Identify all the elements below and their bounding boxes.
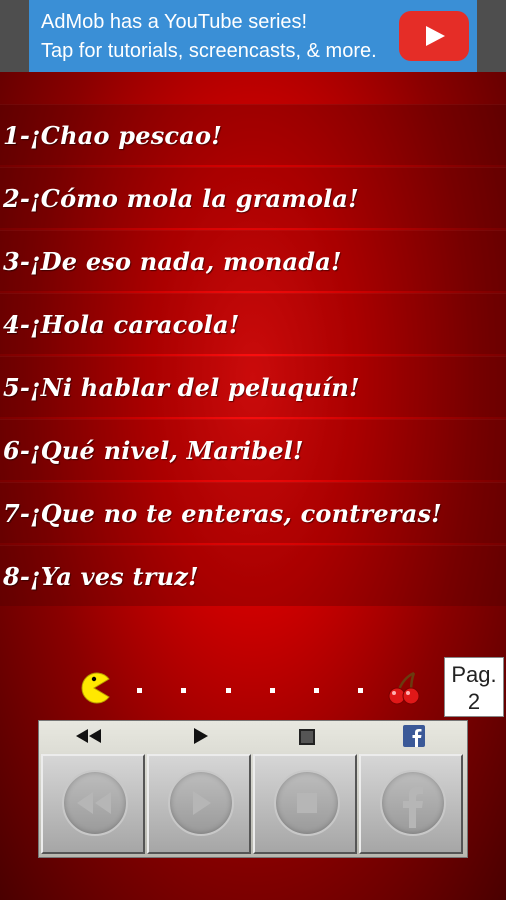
rewind-icon — [77, 792, 111, 814]
pellet — [181, 688, 186, 693]
stop-button[interactable] — [253, 754, 357, 854]
phrase-item-3[interactable]: 3-¡De eso nada, monada! — [0, 230, 506, 291]
play-icon — [194, 728, 208, 744]
phrase-item-4[interactable]: 4-¡Hola caracola! — [0, 293, 506, 354]
page-label: Pag. — [451, 662, 497, 687]
play-icon — [193, 791, 211, 815]
phrase-item-2[interactable]: 2-¡Cómo mola la gramola! — [0, 167, 506, 228]
rewind-icon — [76, 729, 101, 743]
pellet — [314, 688, 319, 693]
facebook-icon — [403, 725, 425, 747]
ad-bar: AdMob has a YouTube series! Tap for tuto… — [0, 0, 506, 72]
phrase-item-8[interactable]: 8-¡Ya ves truz! — [0, 545, 506, 606]
pacman-progress-track — [0, 660, 440, 720]
controls-panel — [38, 720, 468, 858]
cherry-icon — [388, 671, 420, 705]
phrase-item-6[interactable]: 6-¡Qué nivel, Maribel! — [0, 419, 506, 480]
ad-banner[interactable]: AdMob has a YouTube series! Tap for tuto… — [29, 0, 477, 72]
stop-icon — [299, 729, 315, 745]
stop-icon — [297, 793, 317, 813]
facebook-icon — [403, 787, 423, 828]
youtube-play-icon[interactable] — [399, 11, 469, 61]
ad-headline: AdMob has a YouTube series! — [41, 11, 308, 33]
pellet — [358, 688, 363, 693]
phrase-item-5[interactable]: 5-¡Ni hablar del peluquín! — [0, 356, 506, 417]
pacman-icon — [81, 672, 110, 704]
page-indicator: Pag. 2 — [444, 657, 504, 717]
phrase-item-1[interactable]: 1-¡Chao pescao! — [0, 104, 506, 165]
pellet — [137, 688, 142, 693]
pellet — [270, 688, 275, 693]
page-number: 2 — [467, 689, 481, 714]
facebook-share-button[interactable] — [359, 754, 463, 854]
phrase-item-7[interactable]: 7-¡Que no te enteras, contreras! — [0, 482, 506, 543]
phrase-list: 1-¡Chao pescao! 2-¡Cómo mola la gramola!… — [0, 104, 506, 608]
rewind-button[interactable] — [41, 754, 145, 854]
controls-icon-strip — [39, 721, 467, 751]
ad-subline: Tap for tutorials, screencasts, & more. — [41, 40, 377, 62]
pellet — [226, 688, 231, 693]
play-button[interactable] — [147, 754, 251, 854]
